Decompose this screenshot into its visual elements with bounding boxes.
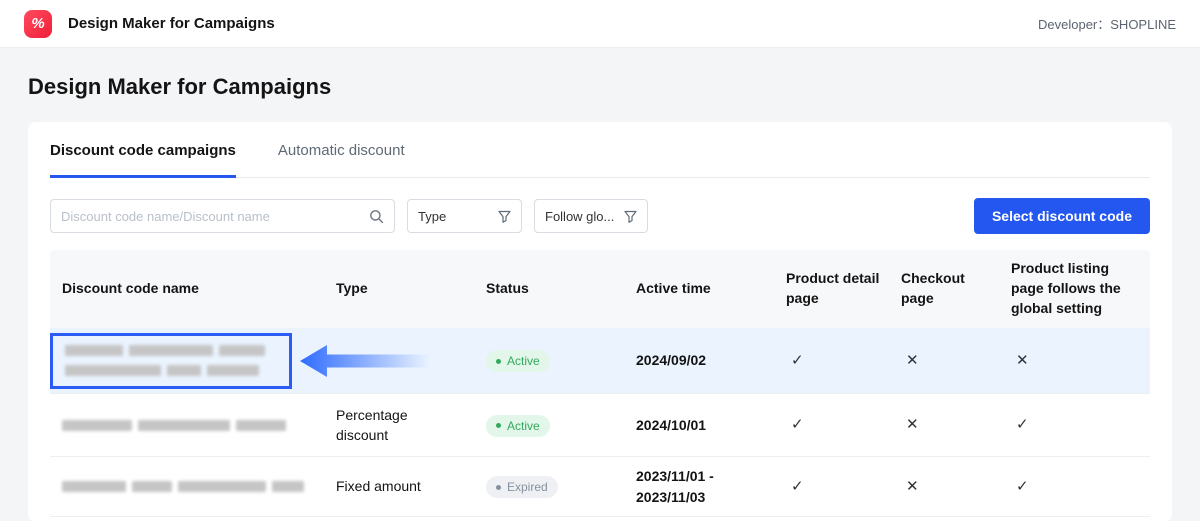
pointer-arrow-annotation — [300, 344, 430, 378]
col-header-status: Status — [474, 279, 624, 299]
status-cell: Active — [474, 349, 624, 373]
redacted-text — [62, 420, 324, 431]
status-dot-icon — [496, 359, 501, 364]
funnel-filter-icon — [498, 210, 511, 223]
type-cell: Percentage discount — [324, 405, 449, 446]
col-header-checkout-page: Checkout page — [889, 269, 999, 309]
filter-row: Type Follow glo... Select discount code — [50, 198, 1150, 234]
status-label: Active — [507, 353, 540, 369]
app-logo-glyph: % — [31, 15, 44, 32]
check-icon: ✓ — [774, 476, 889, 498]
table-row[interactable]: Percentage discount Active 2024/10/01 ✓ … — [50, 394, 1150, 457]
active-time-cell: 2024/09/02 — [624, 350, 746, 370]
status-cell: Expired — [474, 475, 624, 499]
status-badge: Active — [486, 350, 550, 372]
tab-discount-code-campaigns[interactable]: Discount code campaigns — [50, 140, 236, 178]
highlight-box-annotation — [50, 333, 292, 389]
app-title: Design Maker for Campaigns — [68, 15, 275, 32]
check-icon: ✓ — [774, 414, 889, 436]
cross-icon: ✕ — [889, 414, 999, 436]
table-row[interactable]: Active 2024/09/02 ✓ ✕ ✕ — [50, 328, 1150, 394]
discount-code-name-cell — [50, 333, 324, 389]
col-header-type: Type — [324, 279, 474, 299]
redacted-text — [65, 365, 277, 376]
app-logo-percent-icon: % — [24, 10, 52, 38]
table-row[interactable]: Fixed amount Expired 2023/11/01 - 2023/1… — [50, 457, 1150, 517]
type-cell: Fixed amount — [324, 476, 449, 496]
topbar: % Design Maker for Campaigns Developer：S… — [0, 0, 1200, 48]
tab-bar: Discount code campaigns Automatic discou… — [50, 122, 1150, 178]
redacted-text — [65, 345, 277, 356]
follow-global-filter-label: Follow glo... — [545, 209, 614, 224]
status-label: Expired — [507, 479, 548, 495]
search-input[interactable] — [61, 209, 369, 224]
page-title: Design Maker for Campaigns — [28, 74, 1172, 100]
col-header-product-listing-global: Product listing page follows the global … — [999, 259, 1141, 319]
type-filter-label: Type — [418, 209, 446, 224]
col-header-discount-code-name: Discount code name — [50, 279, 324, 299]
col-header-product-detail-page: Product detail page — [774, 269, 889, 309]
search-icon — [369, 209, 384, 224]
status-badge: Active — [486, 415, 550, 437]
campaigns-card: Discount code campaigns Automatic discou… — [28, 122, 1172, 521]
cross-icon: ✕ — [889, 476, 999, 498]
discount-code-name-cell — [50, 420, 324, 431]
search-box[interactable] — [50, 199, 395, 233]
status-label: Active — [507, 418, 540, 434]
active-time-cell: 2024/10/01 — [624, 415, 746, 435]
active-time-cell: 2023/11/01 - 2023/11/03 — [624, 466, 746, 507]
status-badge: Expired — [486, 476, 558, 498]
check-icon: ✓ — [774, 350, 889, 372]
table-header-row: Discount code name Type Status Active ti… — [50, 250, 1150, 328]
redacted-text — [62, 481, 324, 492]
cross-icon: ✕ — [889, 350, 999, 372]
funnel-filter-icon — [624, 210, 637, 223]
status-cell: Active — [474, 413, 624, 437]
type-filter-dropdown[interactable]: Type — [407, 199, 522, 233]
tab-automatic-discount[interactable]: Automatic discount — [278, 140, 405, 177]
campaigns-table: Discount code name Type Status Active ti… — [50, 250, 1150, 517]
status-dot-icon — [496, 423, 501, 428]
follow-global-filter-dropdown[interactable]: Follow glo... — [534, 199, 648, 233]
col-header-active-time: Active time — [624, 279, 774, 299]
check-icon: ✓ — [999, 414, 1150, 436]
check-icon: ✓ — [999, 476, 1150, 498]
topbar-left: % Design Maker for Campaigns — [24, 10, 275, 38]
account-label: Developer：SHOPLINE — [1038, 14, 1176, 33]
status-dot-icon — [496, 485, 501, 490]
cross-icon: ✕ — [999, 350, 1150, 372]
select-discount-code-button[interactable]: Select discount code — [974, 198, 1150, 234]
discount-code-name-cell — [50, 481, 324, 492]
